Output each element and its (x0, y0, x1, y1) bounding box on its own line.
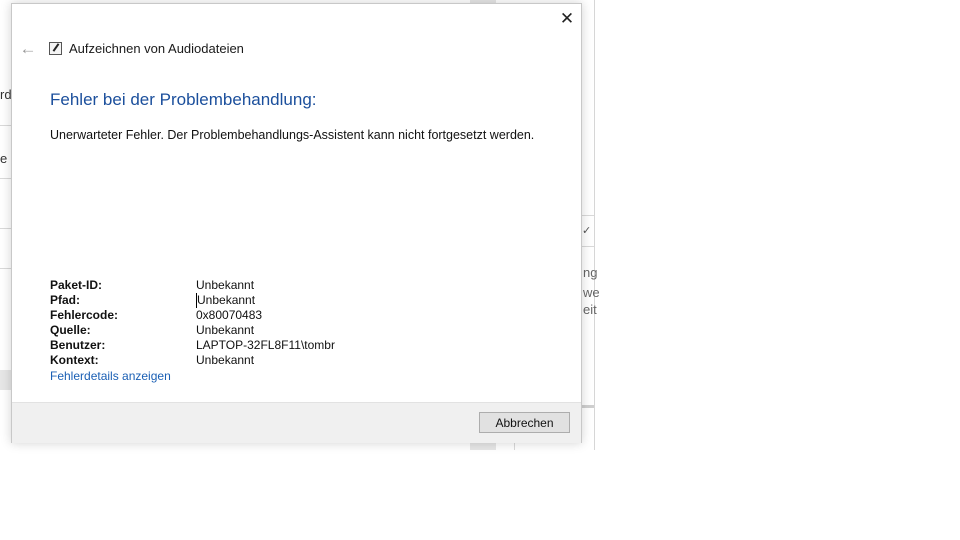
chevron-down-icon: ✓ (582, 225, 592, 237)
background-scrollbar (470, 443, 496, 450)
back-button[interactable]: ← (17, 38, 39, 60)
show-error-details-link[interactable]: Fehlerdetails anzeigen (50, 369, 171, 383)
troubleshooter-dialog: ✕ ← Aufzeichnen von Audiodateien Fehler … (11, 3, 582, 443)
close-icon: ✕ (559, 9, 575, 28)
troubleshooter-icon (49, 42, 62, 55)
detail-label: Pfad: (50, 293, 80, 307)
detail-label: Quelle: (50, 323, 91, 337)
background-divider (582, 215, 594, 216)
error-details: Paket-ID: Unbekannt Pfad: Unbekannt Fehl… (50, 278, 335, 368)
background-divider (0, 125, 11, 126)
detail-row-context: Kontext: Unbekannt (50, 353, 335, 368)
detail-row-source: Quelle: Unbekannt (50, 323, 335, 338)
background-text: eit (583, 302, 597, 317)
background-divider (514, 443, 515, 450)
background-divider (0, 178, 11, 179)
detail-label: Fehlercode: (50, 308, 119, 322)
detail-value: Unbekannt (196, 323, 255, 337)
cancel-button[interactable]: Abbrechen (479, 412, 570, 433)
background-divider (0, 268, 11, 269)
background-text: rd (0, 87, 12, 102)
background-text: e (0, 151, 8, 166)
back-arrow-icon: ← (19, 39, 37, 58)
background-divider (0, 228, 11, 229)
detail-value: LAPTOP-32FL8F11\tombr (196, 338, 335, 352)
background-divider (582, 246, 594, 247)
detail-row-user: Benutzer: LAPTOP-32FL8F11\tombr (50, 338, 335, 353)
detail-value: Unbekannt (196, 353, 255, 367)
detail-value: 0x80070483 (196, 308, 263, 322)
background-scrollbar (0, 370, 11, 390)
background-text: ng (583, 265, 598, 280)
detail-value: Unbekannt (196, 278, 255, 292)
error-message: Unerwarteter Fehler. Der Problembehandlu… (50, 128, 535, 142)
background-text: we (583, 285, 600, 300)
detail-row-package-id: Paket-ID: Unbekannt (50, 278, 335, 293)
error-heading: Fehler bei der Problembehandlung: (50, 90, 317, 109)
detail-row-error-code: Fehlercode: 0x80070483 (50, 308, 335, 323)
detail-row-path: Pfad: Unbekannt (50, 293, 335, 308)
detail-label: Kontext: (50, 353, 99, 367)
detail-value[interactable]: Unbekannt (196, 293, 255, 308)
detail-label: Benutzer: (50, 338, 106, 352)
dialog-footer: Abbrechen (12, 402, 581, 443)
close-button[interactable]: ✕ (552, 4, 582, 34)
detail-label: Paket-ID: (50, 278, 103, 292)
background-divider (582, 405, 594, 408)
window-title: Aufzeichnen von Audiodateien (69, 41, 244, 56)
